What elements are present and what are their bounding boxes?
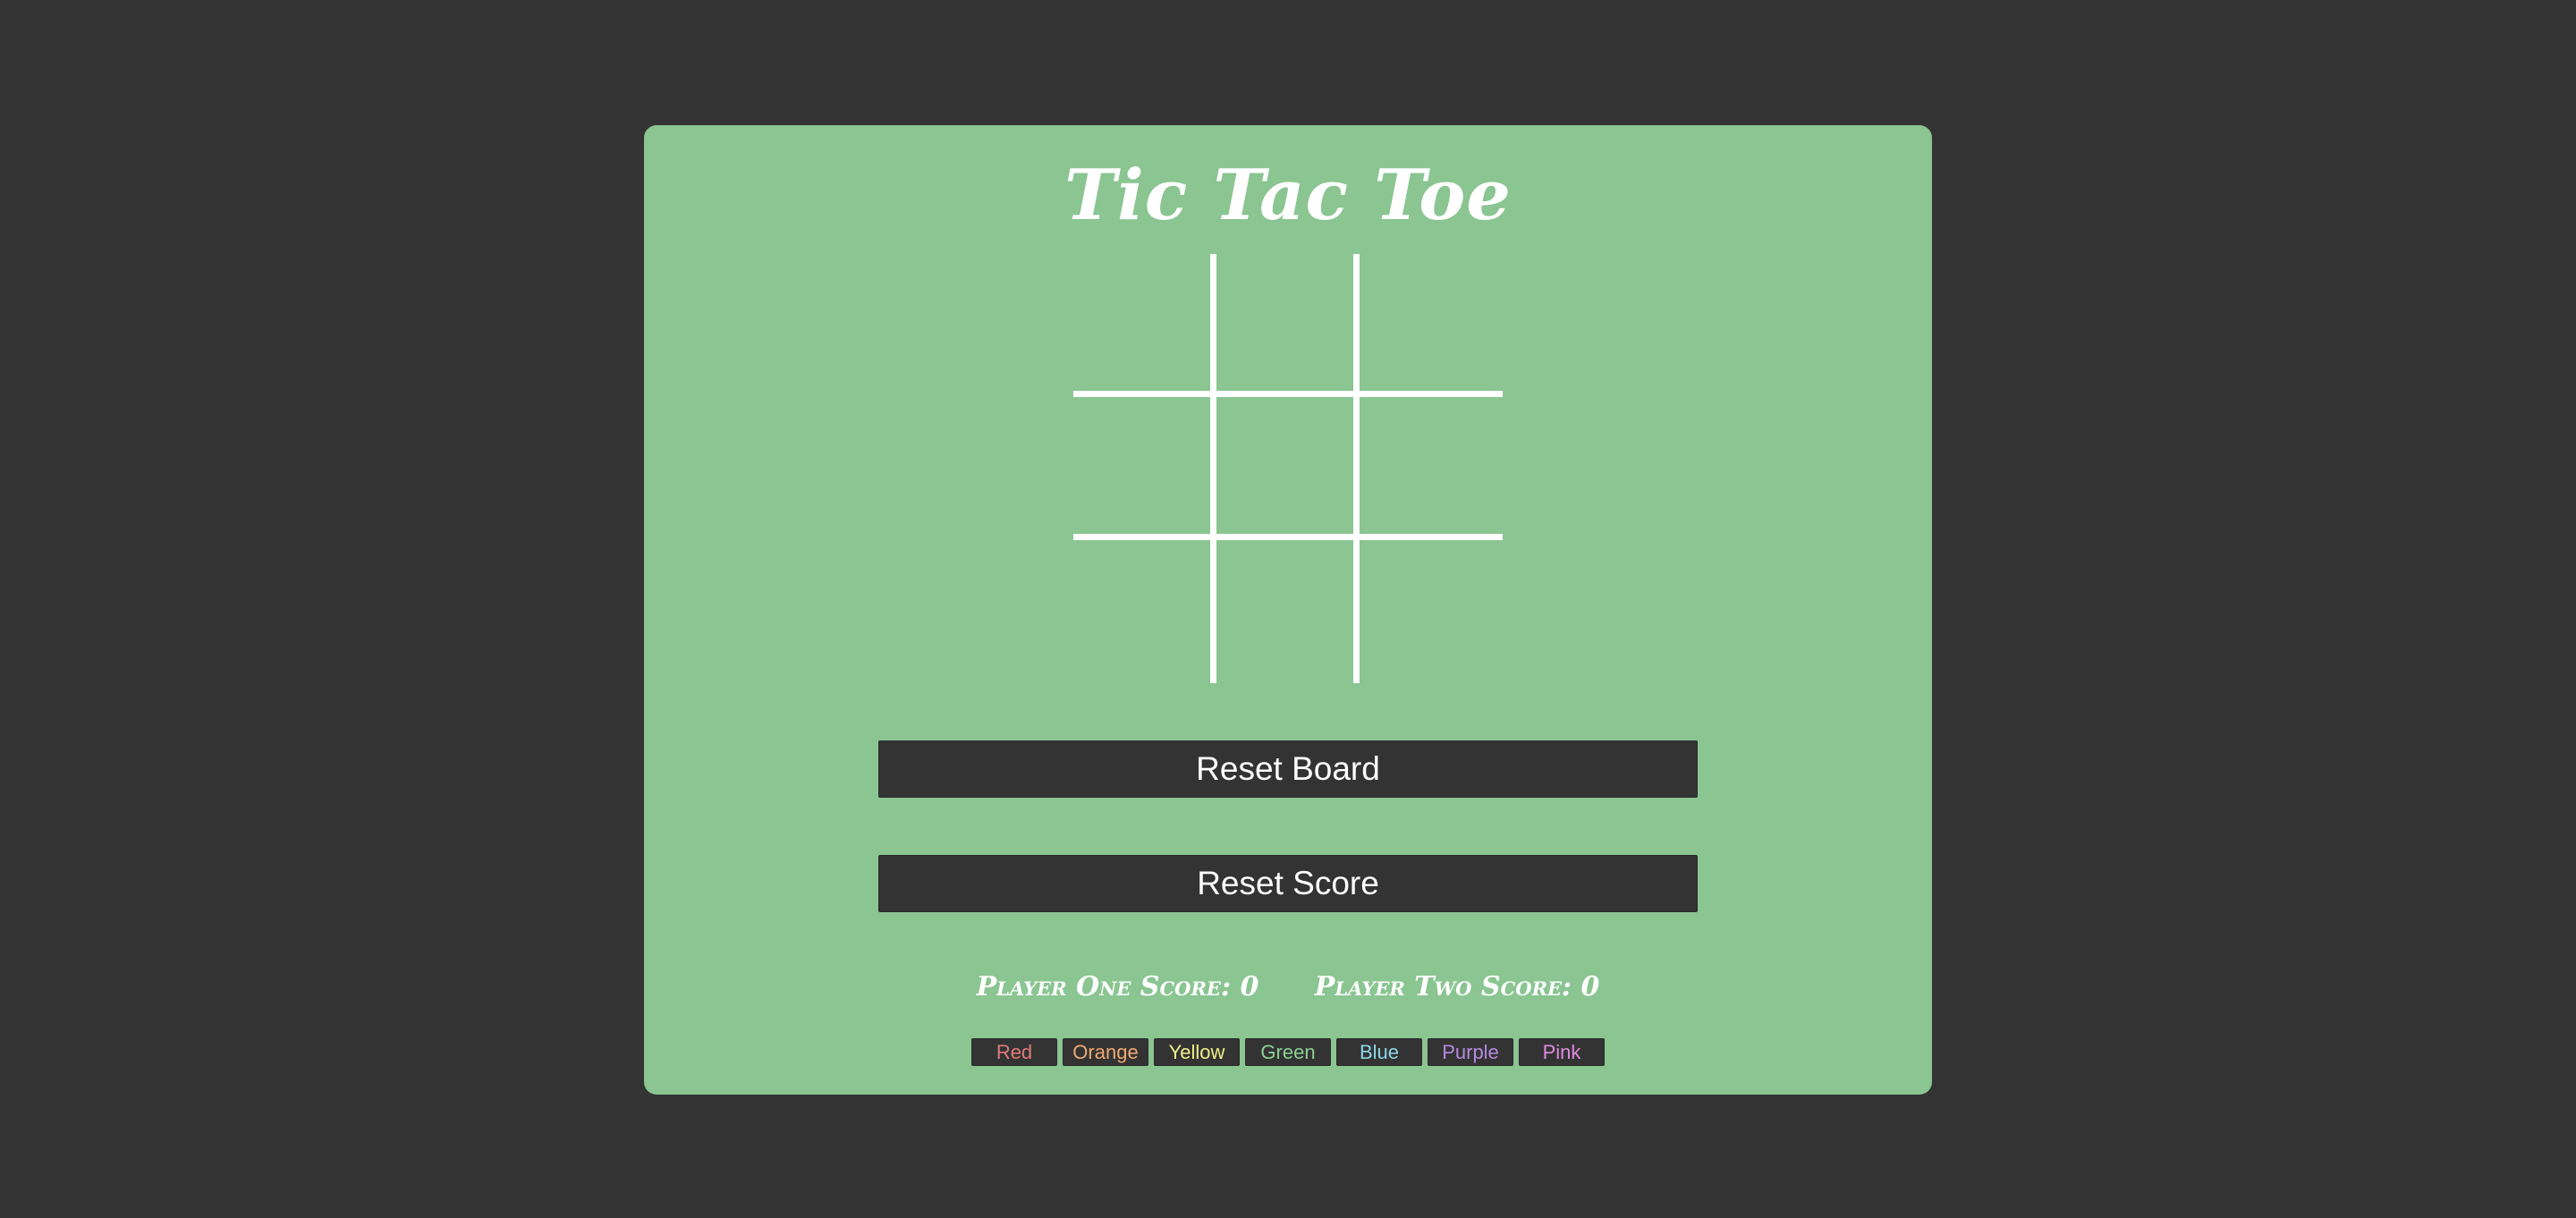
grid-line-horizontal-1 [1073, 391, 1503, 397]
color-button-yellow[interactable]: Yellow [1154, 1038, 1240, 1066]
grid-line-horizontal-2 [1073, 534, 1503, 540]
reset-score-button[interactable]: Reset Score [878, 855, 1698, 912]
game-board [1073, 254, 1503, 683]
color-button-orange[interactable]: Orange [1063, 1038, 1148, 1066]
board-cell-7[interactable] [1073, 543, 1211, 681]
board-cell-4[interactable] [1073, 400, 1211, 537]
board-cell-2[interactable] [1219, 254, 1357, 392]
color-button-pink[interactable]: Pink [1519, 1038, 1605, 1066]
color-picker: Red Orange Yellow Green Blue Purple Pink [644, 1038, 1932, 1066]
color-button-blue[interactable]: Blue [1336, 1038, 1422, 1066]
game-panel: Tic Tac Toe Reset Board Reset Score Play… [644, 125, 1932, 1095]
player-two-score: Player Two Score: 0 [1314, 971, 1600, 1002]
score-row: Player One Score: 0 Player Two Score: 0 [644, 971, 1932, 1002]
board-cell-6[interactable] [1362, 400, 1500, 537]
grid-line-vertical-2 [1353, 254, 1360, 683]
board-cell-9[interactable] [1362, 543, 1500, 681]
board-cell-8[interactable] [1219, 543, 1357, 681]
page-title: Tic Tac Toe [1064, 155, 1512, 236]
reset-board-button[interactable]: Reset Board [878, 740, 1698, 798]
board-cell-1[interactable] [1073, 254, 1211, 392]
board-cell-5[interactable] [1219, 400, 1357, 537]
color-button-purple[interactable]: Purple [1428, 1038, 1513, 1066]
color-button-green[interactable]: Green [1245, 1038, 1331, 1066]
board-cell-3[interactable] [1362, 254, 1500, 392]
grid-line-vertical-1 [1210, 254, 1216, 683]
color-button-red[interactable]: Red [971, 1038, 1057, 1066]
player-one-score: Player One Score: 0 [976, 971, 1259, 1002]
